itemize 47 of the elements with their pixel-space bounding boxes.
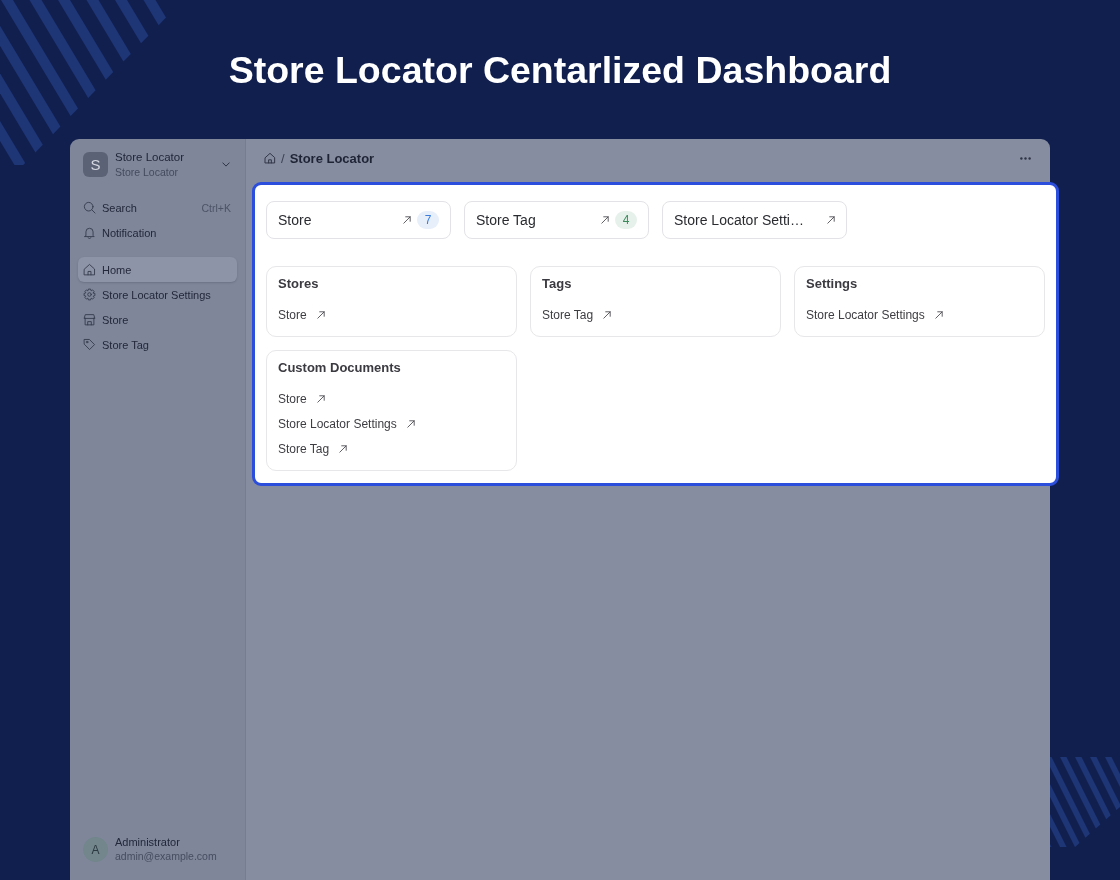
sidebar-item[interactable]: Store Locator Settings [78, 282, 237, 307]
section-title: Custom Documents [278, 359, 401, 377]
notification-button[interactable]: Notification [78, 220, 237, 245]
sidebar-item[interactable]: Home [78, 257, 237, 282]
arrow-up-right-icon [601, 216, 609, 224]
user-email: admin@example.com [115, 849, 217, 864]
chevron-down-icon[interactable] [222, 162, 230, 167]
home-icon[interactable] [264, 152, 276, 164]
section-link[interactable]: Store [278, 305, 325, 325]
shortcut-card[interactable]: Store 7 [266, 201, 451, 239]
page-title: Store Locator Centarlized Dashboard [228, 48, 892, 92]
section-link[interactable]: Store Locator Settings [806, 305, 943, 325]
section-title: Stores [278, 275, 319, 293]
section-link[interactable]: Store Tag [542, 305, 612, 325]
shortcut-card[interactable]: Store Locator Setti… [662, 201, 847, 239]
arrow-up-right-icon [827, 216, 835, 224]
arrow-up-right-icon [316, 395, 325, 403]
arrow-up-right-icon [403, 216, 411, 224]
user-avatar: A [83, 837, 108, 862]
section-link[interactable]: Store [278, 389, 325, 409]
bell-icon [83, 226, 96, 239]
count-badge: 7 [417, 211, 439, 229]
tag-icon [83, 338, 96, 351]
storefront-icon [83, 313, 96, 326]
sidebar-item[interactable]: Store [78, 307, 237, 332]
sidebar-item[interactable]: Store Tag [78, 332, 237, 357]
gear-icon [83, 288, 96, 301]
user-name: Administrator [115, 835, 181, 849]
shortcut-card[interactable]: Store Tag 4 [464, 201, 649, 239]
breadcrumb-separator: / [281, 150, 285, 166]
section-title: Settings [806, 275, 858, 293]
arrow-up-right-icon [316, 311, 325, 319]
ellipsis-icon[interactable] [1020, 156, 1031, 160]
arrow-up-right-icon [339, 445, 348, 453]
breadcrumb-current: Store Locator [289, 150, 375, 166]
home-icon [83, 263, 96, 276]
section-link[interactable]: Store Tag [278, 439, 348, 459]
app-subtitle: Store Locator [115, 165, 180, 179]
arrow-up-right-icon [406, 420, 415, 428]
arrow-up-right-icon [603, 311, 612, 319]
count-badge: 4 [615, 211, 637, 229]
app-name: Store Locator [115, 150, 186, 164]
section-link[interactable]: Store Locator Settings [278, 414, 415, 434]
search-icon [83, 201, 96, 214]
app-avatar: S [83, 152, 108, 177]
arrow-up-right-icon [934, 311, 943, 319]
section-title: Tags [542, 275, 572, 293]
